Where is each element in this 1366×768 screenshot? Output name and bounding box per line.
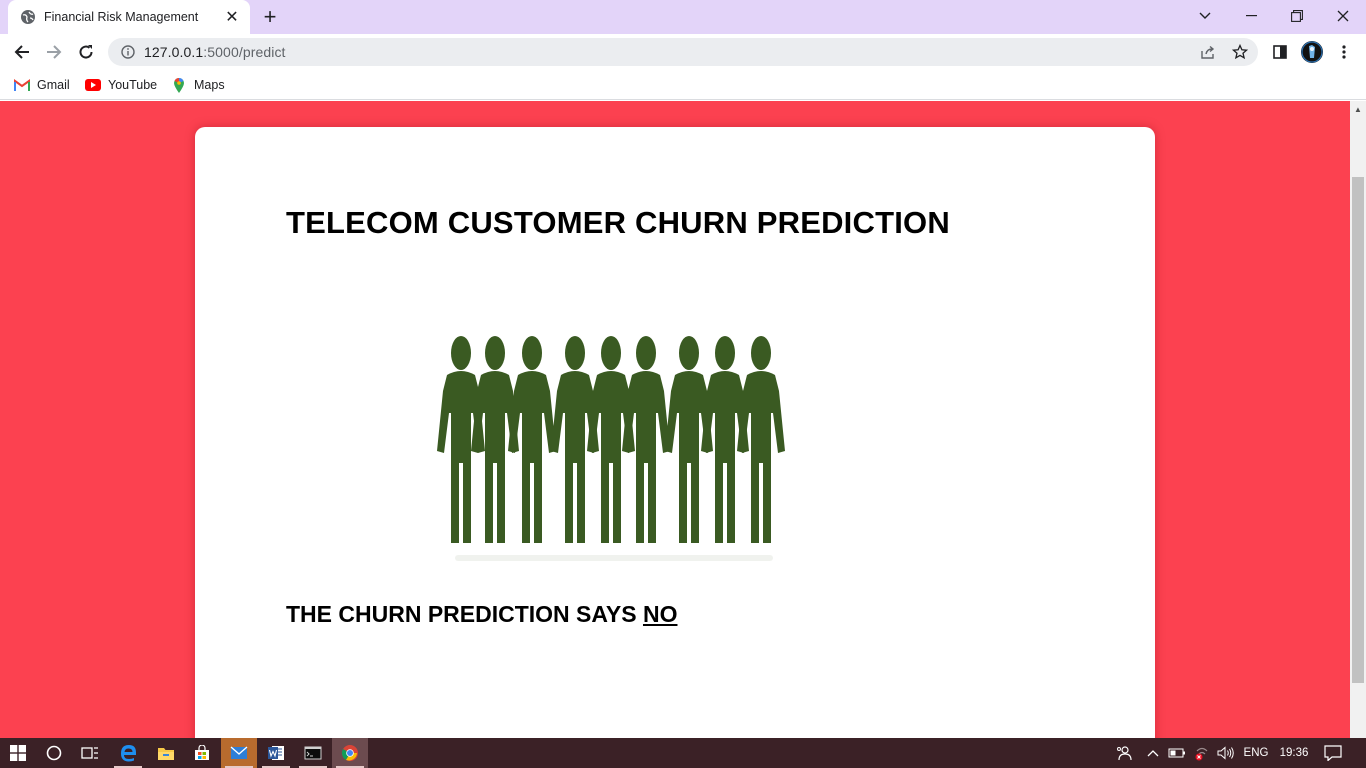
clock[interactable]: 19:36	[1276, 738, 1312, 768]
maps-icon	[171, 77, 187, 93]
profile-avatar[interactable]	[1298, 38, 1326, 66]
browser-tab[interactable]: Financial Risk Management ✕	[8, 0, 250, 34]
url-path: :5000/predict	[203, 44, 286, 60]
task-view-icon[interactable]	[72, 738, 108, 768]
side-panel-icon[interactable]	[1266, 38, 1294, 66]
reload-icon	[79, 45, 93, 59]
bookmarks-bar: Gmail YouTube Maps	[0, 70, 1366, 100]
language-indicator[interactable]: ENG	[1240, 738, 1272, 768]
notifications-icon[interactable]	[1318, 738, 1348, 768]
tab-search-icon[interactable]	[1182, 0, 1228, 32]
scroll-up-arrow-icon[interactable]: ▲	[1350, 101, 1366, 117]
tab-strip: Financial Risk Management ✕ +	[0, 0, 1366, 34]
customers-group-image	[437, 336, 785, 561]
edge-browser-icon[interactable]	[110, 738, 146, 768]
youtube-icon	[85, 77, 101, 93]
share-icon[interactable]	[1194, 38, 1222, 66]
result-value: NO	[642, 601, 678, 627]
windows-taskbar: ENG 19:36	[0, 738, 1366, 768]
bookmark-label: Maps	[194, 78, 225, 92]
reload-button[interactable]	[72, 38, 100, 66]
back-button[interactable]	[8, 38, 36, 66]
mail-icon[interactable]	[221, 738, 257, 768]
prediction-card: TELECOM CUSTOMER CHURN PREDICTION THE CH…	[195, 127, 1155, 738]
wifi-disconnected-icon[interactable]	[1190, 738, 1214, 768]
tab-title: Financial Risk Management	[44, 10, 199, 24]
command-prompt-icon[interactable]	[295, 738, 331, 768]
scrollbar-thumb[interactable]	[1352, 177, 1364, 683]
store-icon[interactable]	[184, 738, 220, 768]
site-info-icon[interactable]	[120, 44, 136, 60]
result-prefix: THE CHURN PREDICTION SAYS	[286, 601, 643, 627]
browser-toolbar: 127.0.0.1:5000/predict	[0, 34, 1366, 70]
back-arrow-icon	[14, 45, 29, 59]
people-icon[interactable]	[1112, 738, 1136, 768]
close-window-icon[interactable]	[1320, 0, 1366, 32]
bookmark-maps[interactable]: Maps	[171, 76, 225, 94]
bookmark-label: Gmail	[37, 78, 70, 92]
chevron-up-icon[interactable]	[1142, 738, 1164, 768]
bookmark-youtube[interactable]: YouTube	[85, 76, 157, 94]
bookmark-gmail[interactable]: Gmail	[14, 76, 70, 94]
bookmark-label: YouTube	[108, 78, 158, 92]
close-tab-icon[interactable]: ✕	[222, 7, 242, 27]
new-tab-button[interactable]: +	[258, 4, 282, 29]
minimize-icon[interactable]	[1228, 0, 1274, 32]
menu-kebab-icon[interactable]	[1330, 38, 1358, 66]
bookmark-star-icon[interactable]	[1226, 38, 1254, 66]
address-bar[interactable]: 127.0.0.1:5000/predict	[108, 38, 1258, 66]
page-viewport: TELECOM CUSTOMER CHURN PREDICTION THE CH…	[0, 101, 1350, 738]
forward-button[interactable]	[40, 38, 68, 66]
chrome-icon[interactable]	[332, 738, 368, 768]
prediction-result: THE CHURN PREDICTION SAYS NO	[286, 601, 677, 628]
url-text: 127.0.0.1:5000/predict	[144, 44, 286, 60]
battery-icon[interactable]	[1166, 738, 1188, 768]
forward-arrow-icon	[47, 45, 62, 59]
word-icon[interactable]	[258, 738, 294, 768]
people-figures	[437, 336, 785, 543]
search-circle-icon[interactable]	[36, 738, 72, 768]
file-explorer-icon[interactable]	[148, 738, 184, 768]
globe-icon	[20, 9, 36, 25]
page-title: TELECOM CUSTOMER CHURN PREDICTION	[286, 205, 950, 240]
url-host: 127.0.0.1	[144, 44, 204, 60]
restore-icon[interactable]	[1274, 0, 1320, 32]
gmail-icon	[14, 77, 30, 93]
start-windows-icon[interactable]	[0, 738, 36, 768]
page-scrollbar[interactable]: ▲	[1350, 101, 1366, 738]
volume-icon[interactable]	[1214, 738, 1238, 768]
